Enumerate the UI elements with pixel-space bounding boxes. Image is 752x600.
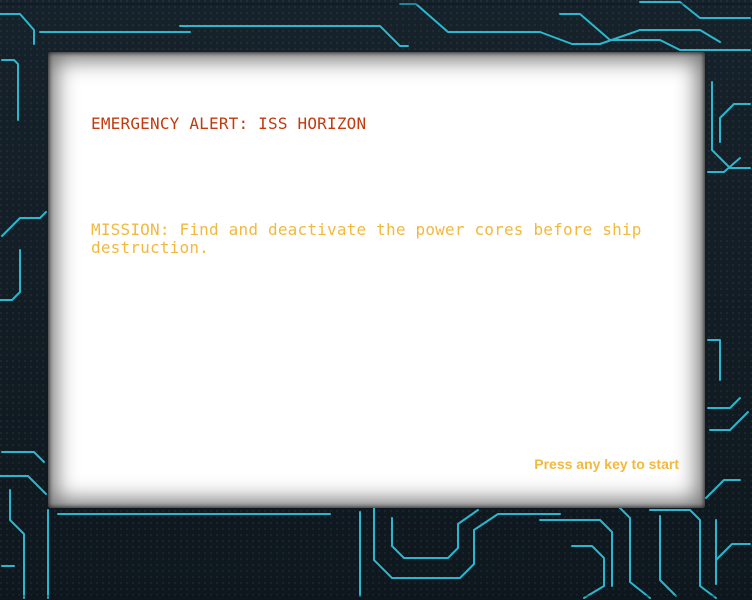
press-any-key-prompt[interactable]: Press any key to start xyxy=(534,456,679,472)
emergency-alert-title: EMERGENCY ALERT: ISS HORIZON xyxy=(91,114,367,133)
game-screen[interactable]: EMERGENCY ALERT: ISS HORIZON MISSION: Fi… xyxy=(48,52,705,508)
console-frame: EMERGENCY ALERT: ISS HORIZON MISSION: Fi… xyxy=(0,0,752,600)
mission-description: MISSION: Find and deactivate the power c… xyxy=(91,220,642,257)
